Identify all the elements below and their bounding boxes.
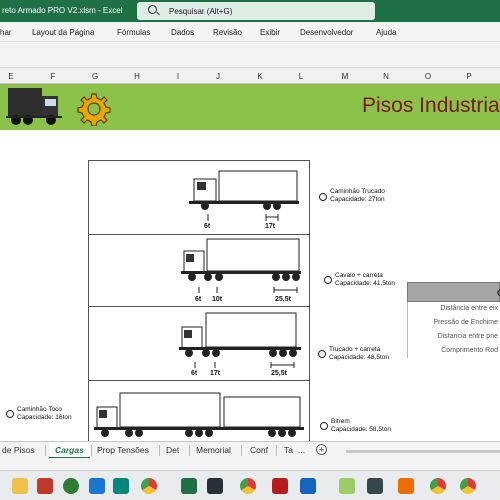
app-icon[interactable] (37, 478, 53, 494)
axle-load: 25,5t (271, 370, 287, 377)
option-label-cavalo-carreta: Cavalo + carreta Capacidade: 41,5ton (335, 272, 395, 287)
worksheet[interactable]: Pisos Industria 6t 17t 6t 10t 25,5t 6t 1… (0, 84, 500, 441)
sheet-tab-conf[interactable]: Conf (250, 445, 268, 455)
sheet-tab-det[interactable]: Det (166, 445, 179, 455)
parameter-label: Pressão de Enchime (433, 319, 498, 326)
axle-load: 10t (212, 296, 223, 303)
option-label-trucado: Caminhão Trucado Capacidade: 27ton (330, 188, 385, 203)
col-header-o[interactable]: O (418, 72, 438, 81)
title-bar: reto Armado PRO V2.xlsm - Excel Pesquisa… (0, 0, 500, 22)
ribbon-tab-dados[interactable]: Dados (171, 28, 194, 37)
banner-title: Pisos Industria (362, 94, 500, 117)
truck-panel: 6t 17t 6t 10t 25,5t 6t 17t 25,5t (88, 160, 310, 441)
app-icon[interactable] (398, 478, 414, 494)
ribbon-tab-desenvolvedor[interactable]: Desenvolvedor (300, 28, 353, 37)
axle-load: 25,5t (275, 296, 291, 303)
sheet-tab-pisos[interactable]: de Pisos (2, 445, 35, 455)
ribbon-tab-exibir[interactable]: Exibir (260, 28, 280, 37)
option-label-trucado-carreta: Trucado + carreta Capacidade: 48,5ton (329, 346, 389, 361)
option-label-toco: Caminhão Toco Capacidade: 16ton (17, 406, 72, 421)
radio-trucado[interactable] (319, 193, 327, 201)
parameter-label: Comprimento Rod (441, 347, 498, 354)
r-icon[interactable] (272, 478, 288, 494)
gear-icon[interactable] (77, 92, 111, 126)
app-icon[interactable] (89, 478, 105, 494)
app-icon[interactable] (339, 478, 355, 494)
parameter-label: Distancia entre pne (437, 333, 498, 340)
search-box[interactable]: Pesquisar (Alt+G) (137, 2, 375, 20)
chrome-icon[interactable] (430, 478, 446, 494)
sheet-tab-ta[interactable]: Ta (284, 445, 293, 455)
document-title: reto Armado PRO V2.xlsm - Excel (2, 6, 123, 15)
more-tabs-button[interactable]: ... (298, 445, 305, 455)
axle-load: 6t (195, 296, 202, 303)
col-header-n[interactable]: N (376, 72, 396, 81)
sheet-tab-cargas[interactable]: Cargas (49, 442, 90, 459)
add-sheet-button[interactable]: + (316, 444, 327, 455)
sheet-tab-prop-tensoes[interactable]: Prop Tensões (97, 445, 149, 455)
radio-bitrem[interactable] (320, 422, 328, 430)
parameters-table-header: C (407, 282, 500, 302)
col-header-k[interactable]: K (250, 72, 270, 81)
app-icon[interactable] (367, 478, 383, 494)
radio-cavalo-carreta[interactable] (324, 276, 332, 284)
search-placeholder: Pesquisar (Alt+G) (169, 7, 233, 16)
ribbon-tab-inserir[interactable]: har (0, 28, 12, 37)
ribbon-tabs: har Layout da Página Fórmulas Dados Revi… (0, 22, 500, 42)
status-bar (0, 458, 500, 470)
ribbon-tab-formulas[interactable]: Fórmulas (117, 28, 150, 37)
truck-cell-bitrem (89, 381, 309, 441)
column-headers: E F G H I J K L M N O P (0, 68, 500, 84)
radio-toco[interactable] (6, 410, 14, 418)
col-header-h[interactable]: H (127, 72, 147, 81)
parameter-label: Distância entre eix (440, 305, 498, 312)
truck-icon[interactable] (6, 86, 62, 128)
truck-cell-trucado-carreta: 6t 17t 25,5t (89, 307, 309, 381)
radio-trucado-carreta[interactable] (318, 350, 326, 358)
header-banner: Pisos Industria (0, 84, 500, 130)
col-header-j[interactable]: J (208, 72, 228, 81)
col-header-l[interactable]: L (291, 72, 311, 81)
word-icon[interactable] (300, 478, 316, 494)
sheet-tab-bar: de Pisos Cargas Prop Tensões Det Memoria… (0, 441, 500, 459)
col-header-e[interactable]: E (1, 72, 21, 81)
col-header-m[interactable]: M (335, 72, 355, 81)
taskbar (0, 470, 500, 500)
explorer-icon[interactable] (12, 478, 28, 494)
search-icon (148, 5, 157, 14)
option-label-bitrem: Bitrem Capacidade: 58,5ton (331, 418, 391, 433)
excel-icon[interactable] (181, 478, 197, 494)
truck-cell-cavalo-carreta: 6t 10t 25,5t (89, 235, 309, 307)
col-header-g[interactable]: G (85, 72, 105, 81)
col-header-i[interactable]: I (168, 72, 188, 81)
axle-load: 17t (265, 223, 276, 230)
chrome-icon[interactable] (141, 478, 157, 494)
truck-bitrem-drawing (94, 392, 304, 437)
chrome-icon[interactable] (240, 478, 256, 494)
col-header-f[interactable]: F (43, 72, 63, 81)
chrome-icon[interactable] (460, 478, 476, 494)
axle-load: 6t (204, 223, 211, 230)
app-icon[interactable] (207, 478, 223, 494)
formula-area (0, 42, 500, 68)
horizontal-scrollbar[interactable] (346, 450, 500, 453)
truck-trucado-drawing (189, 170, 299, 221)
col-header-p[interactable]: P (459, 72, 479, 81)
maps-icon[interactable] (63, 478, 79, 494)
truck-cell-trucado: 6t 17t (89, 161, 309, 235)
ribbon-tab-layout[interactable]: Layout da Página (32, 28, 94, 37)
ribbon-tab-revisao[interactable]: Revisão (213, 28, 242, 37)
axle-load: 6t (191, 370, 198, 377)
ribbon-tab-ajuda[interactable]: Ajuda (376, 28, 396, 37)
sheet-tab-memorial[interactable]: Memorial (196, 445, 231, 455)
axle-load: 17t (210, 370, 221, 377)
app-icon[interactable] (113, 478, 129, 494)
parameters-table: C Distância entre eix Pressão de Enchime… (407, 282, 500, 441)
